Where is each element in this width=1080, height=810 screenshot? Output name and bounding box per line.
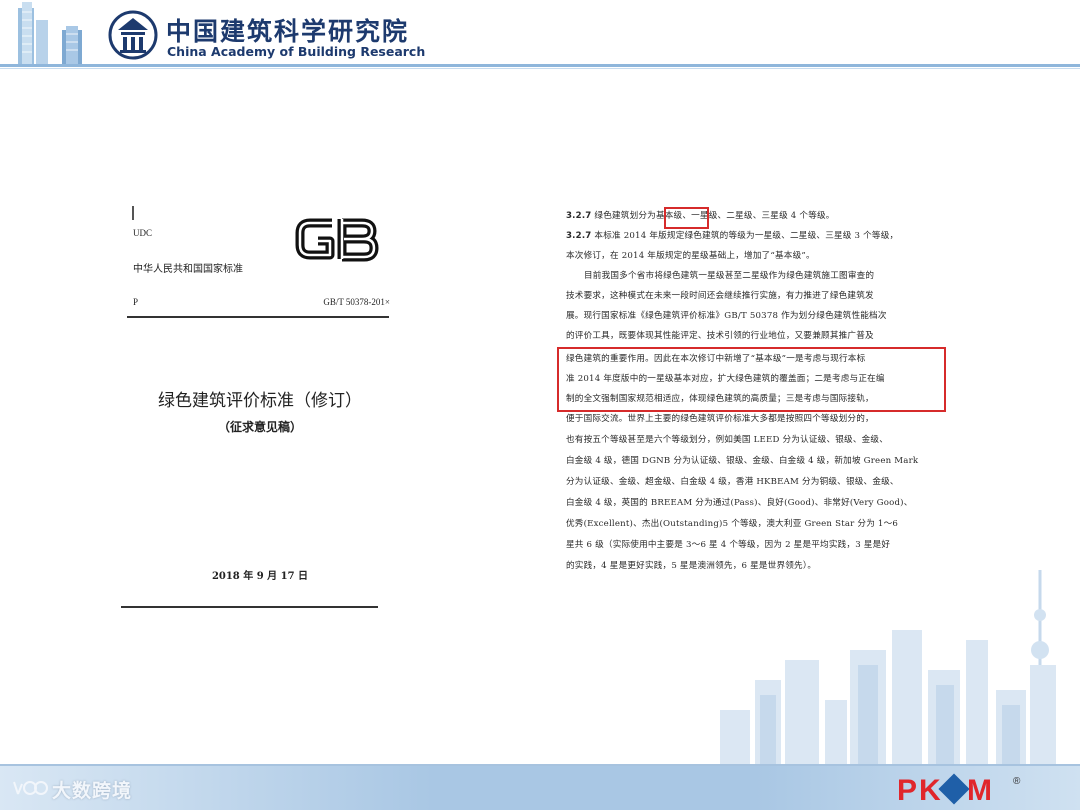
udc-label: UDC [133, 228, 153, 238]
document-date: 2018 年 9 月 17 日 [211, 571, 309, 582]
watermark-logo-icon [13, 781, 48, 795]
pkpm-logo: P K M ® [897, 773, 1021, 806]
text-line: 3.2.7 绿色建筑划分为基本级、一星级、二星级、三星级 4 个等级。 [566, 211, 835, 221]
highlight-box-basic-level [664, 207, 709, 229]
svg-text:M: M [967, 774, 992, 806]
header-buildings-graphic [0, 0, 100, 66]
org-name-en: China Academy of Building Research [167, 44, 426, 59]
standard-number: GB/T 50378-201× [323, 297, 390, 307]
svg-text:P: P [897, 774, 917, 806]
header-divider [0, 64, 1080, 67]
text-line: 也有按五个等级甚至是六个等级划分，例如美国 LEED 分为认证级、银级、金级、 [566, 435, 889, 445]
city-skyline-graphic [720, 570, 1056, 775]
header-divider-thin [0, 68, 1080, 69]
text-line: 便于国际交流。世界上主要的绿色建筑评价标准大多都是按照四个等级划分的， [566, 414, 874, 424]
page-header: 中国建筑科学研究院 China Academy of Building Rese… [0, 0, 1080, 70]
document-title: 绿色建筑评价标准（修订） [158, 391, 362, 411]
text-line: 分为认证级、金级、超金级、白金级 4 级，香港 HKBEAM 分为铜级、银级、金… [566, 477, 899, 487]
highlight-box-rationale [557, 347, 946, 412]
text-line: 本次修订，在 2014 年版规定的星级基础上，增加了“基本级”。 [566, 251, 815, 261]
national-standard-label: 中华人民共和国国家标准 [133, 264, 243, 275]
svg-text:®: ® [1013, 776, 1021, 787]
text-line: 目前我国多个省市将绿色建筑一星级甚至二星级作为绿色建筑施工图审查的 [584, 271, 875, 281]
text-line: 展。现行国家标准《绿色建筑评价标准》GB/T 50378 作为划分绿色建筑性能档… [566, 311, 887, 321]
text-line: 的评价工具，既要体现其性能评定、技术引领的行业地位，又要兼顾其推广普及 [566, 331, 874, 341]
gb-standard-logo [295, 218, 379, 262]
org-name-cn: 中国建筑科学研究院 [166, 17, 410, 46]
clause-number: 3.2.7 [566, 211, 592, 221]
cover-rule-top [127, 316, 389, 318]
academy-logo-icon [108, 10, 158, 60]
document-subtitle: （征求意见稿） [217, 420, 302, 434]
svg-text:K: K [919, 774, 941, 806]
text-line: 星共 6 级（实际使用中主要是 3～6 星 4 个等级，因为 2 星是平均实践，… [566, 540, 891, 550]
text-line: 优秀(Excellent)、杰出(Outstanding)5 个等级，澳大利亚 … [566, 519, 899, 529]
clause-number: 3.2.7 [566, 231, 592, 241]
text-line: 白金级 4 级，英国的 BREEAM 分为通过(Pass)、良好(Good)、非… [566, 498, 913, 508]
cover-corner-mark [132, 206, 134, 220]
text-line: 白金级 4 级，德国 DGNB 分为认证级、银级、金级、白金级 4 级，新加坡 … [566, 456, 919, 466]
watermark-text: 大数跨境 [52, 780, 133, 802]
cover-rule-bottom [121, 606, 378, 608]
text-line: 技术要求，这种模式在未来一段时间还会继续推行实施，有力推进了绿色建筑发 [566, 291, 874, 301]
p-label: P [133, 297, 139, 307]
text-line: 3.2.7 本标准 2014 年版规定绿色建筑的等级为一星级、二星级、三星级 3… [566, 231, 899, 241]
